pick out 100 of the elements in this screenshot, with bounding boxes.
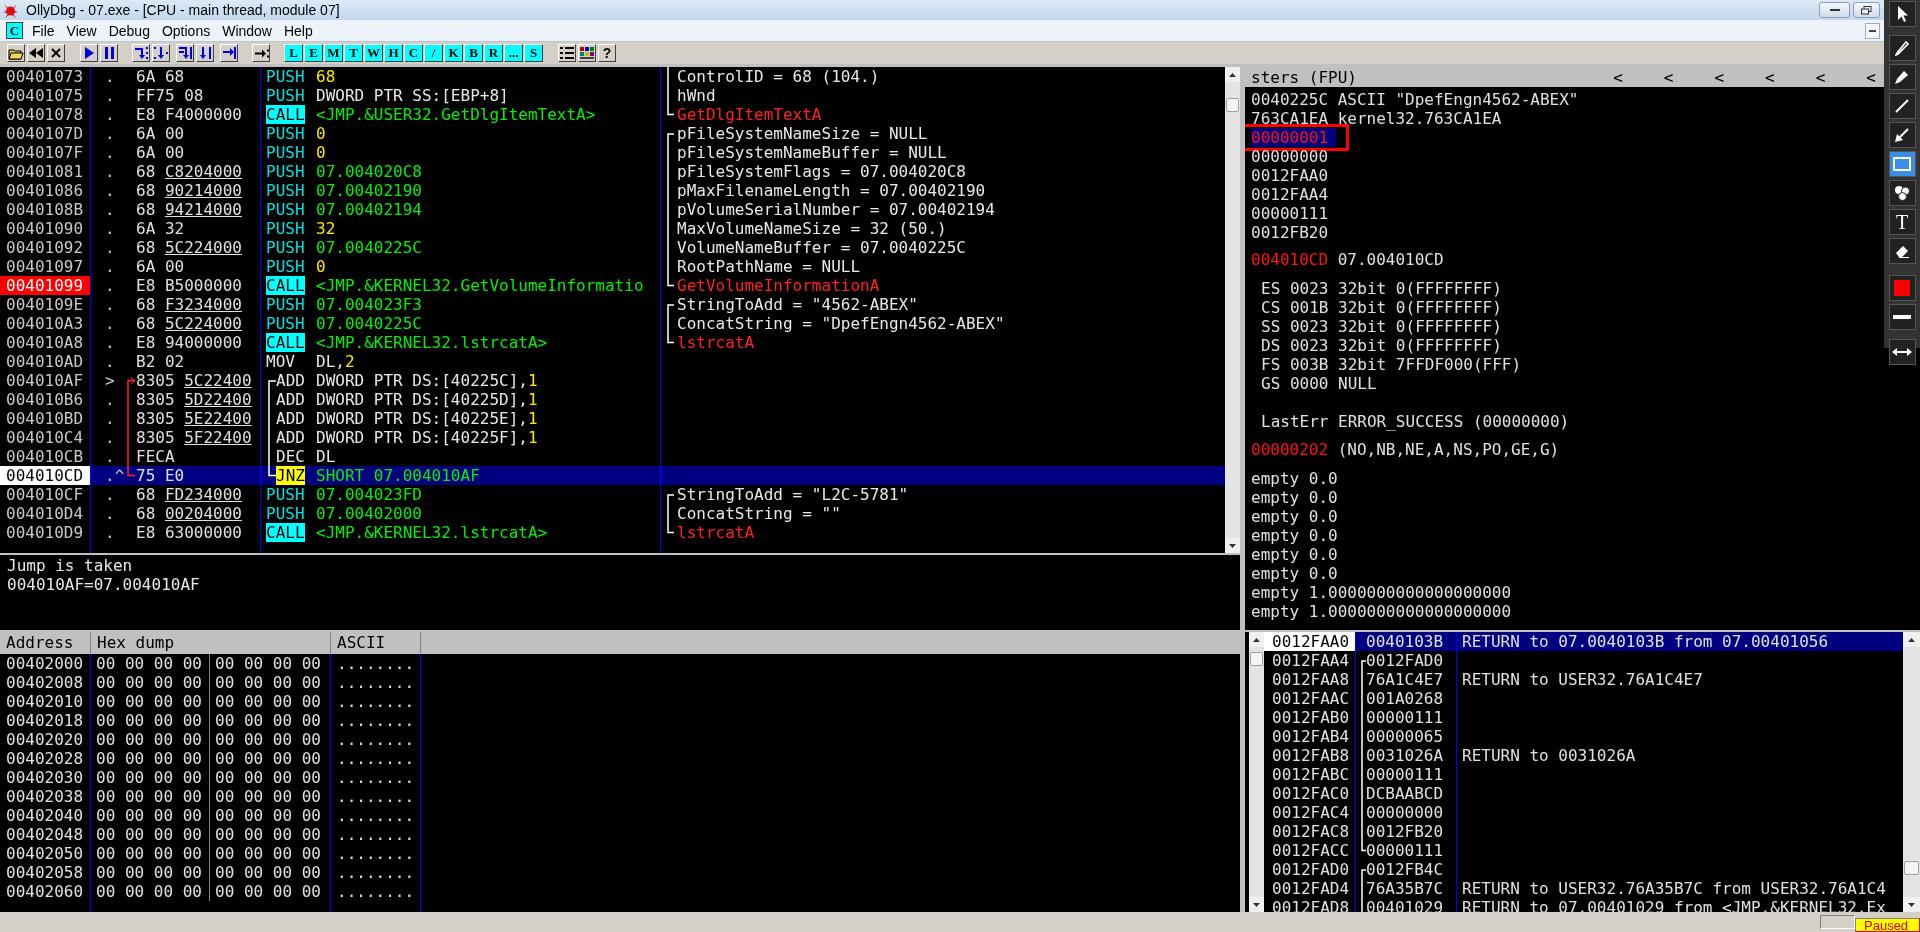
rectangle-tool-button[interactable] bbox=[1888, 151, 1916, 177]
row-marker: . bbox=[104, 219, 116, 238]
scroll-left-button[interactable]: < bbox=[1663, 67, 1674, 87]
mnemonic-text: PUSH bbox=[266, 219, 305, 238]
window-shortcut-button[interactable]: T bbox=[344, 44, 363, 62]
help-button[interactable]: ? bbox=[598, 44, 616, 62]
register-value[interactable]: 00000000 bbox=[1251, 147, 1329, 166]
text-tool-button[interactable]: T bbox=[1888, 209, 1916, 235]
window-shortcut-button[interactable]: L bbox=[284, 44, 303, 62]
child-minimize-button[interactable] bbox=[1865, 22, 1880, 39]
register-value[interactable]: 763CA1EA bbox=[1251, 109, 1329, 128]
window-shortcut-button[interactable]: S bbox=[524, 44, 543, 62]
mnemonic-text: CALL bbox=[266, 523, 305, 542]
address-cell: 00402000 bbox=[0, 654, 91, 673]
menu-item[interactable]: Debug bbox=[103, 20, 155, 41]
window-shortcut-button[interactable]: R bbox=[484, 44, 503, 62]
system-menu-button[interactable]: C bbox=[6, 22, 23, 39]
scroll-left-button[interactable]: < bbox=[1765, 67, 1775, 87]
arrow-tool-button[interactable] bbox=[1888, 122, 1916, 148]
run-button[interactable] bbox=[80, 44, 98, 62]
column-header[interactable]: ASCII bbox=[331, 632, 421, 654]
scroll-left-button[interactable]: < bbox=[1613, 67, 1623, 87]
row-marker: . bbox=[104, 162, 116, 181]
window-shortcut-button[interactable]: W bbox=[364, 44, 383, 62]
step-into-button[interactable] bbox=[132, 44, 150, 62]
scroll-down-button[interactable] bbox=[1225, 538, 1240, 553]
register-value[interactable]: 0040225C bbox=[1251, 90, 1329, 109]
restore-button[interactable] bbox=[1853, 2, 1880, 18]
scroll-left-button[interactable]: < bbox=[1714, 67, 1725, 87]
trace-into-icon bbox=[177, 46, 193, 60]
column-header[interactable]: Hex dump bbox=[91, 632, 331, 654]
register-value[interactable]: 00000001 bbox=[1251, 128, 1337, 147]
expand-button[interactable] bbox=[1888, 339, 1916, 365]
scroll-up-button[interactable] bbox=[1225, 67, 1240, 82]
row-marker: . bbox=[104, 238, 116, 257]
scroll-thumb[interactable] bbox=[1904, 861, 1919, 875]
register-value[interactable]: 0012FAA4 bbox=[1251, 185, 1329, 204]
close-button[interactable] bbox=[47, 44, 65, 62]
rewind-button[interactable] bbox=[27, 44, 45, 62]
scroll-up-button[interactable] bbox=[1903, 632, 1920, 647]
register-value[interactable]: 00000111 bbox=[1251, 204, 1329, 223]
arrow-icon bbox=[1895, 128, 1909, 142]
window-shortcut-button[interactable]: C bbox=[404, 44, 423, 62]
selected-row[interactable]: 004010CD .^ 75 E0 JNZ SHORT 07.004010AF bbox=[0, 466, 1225, 485]
selected-row[interactable]: 0012FAA0 0040103B RETURN to 07.0040103B from 07.00401056 bbox=[1264, 632, 1903, 651]
color-button[interactable] bbox=[1888, 275, 1916, 301]
scroll-thumb[interactable] bbox=[1226, 98, 1239, 112]
colors-button[interactable] bbox=[578, 44, 596, 62]
scroll-down-button[interactable] bbox=[1249, 897, 1264, 912]
stack-value: 76A1C4E7 bbox=[1366, 670, 1444, 689]
scroll-thumb[interactable] bbox=[1250, 652, 1263, 666]
address-cell: 00402040 bbox=[0, 806, 91, 825]
window-shortcut-button[interactable]: K bbox=[444, 44, 463, 62]
window-shortcut-button[interactable]: H bbox=[384, 44, 403, 62]
pencil-tool-button[interactable] bbox=[1888, 35, 1916, 61]
operand-text: <JMP.&KERNEL32.GetVolumeInformatio bbox=[316, 276, 644, 295]
list-button[interactable] bbox=[558, 44, 576, 62]
fpu-register: empty 1.0000000000000000000 bbox=[1251, 602, 1512, 621]
pointer-tool-button[interactable] bbox=[1888, 1, 1916, 27]
window-shortcut-button[interactable]: / bbox=[424, 44, 443, 62]
register-value[interactable]: 00000202 bbox=[1251, 440, 1329, 459]
hex-bytes: 00 00 00 00 bbox=[214, 806, 321, 825]
menu-item[interactable]: Options bbox=[156, 20, 216, 41]
line-tool-button[interactable] bbox=[1888, 93, 1916, 119]
scroll-down-button[interactable] bbox=[1903, 897, 1920, 912]
register-value[interactable]: 0012FB20 bbox=[1251, 223, 1329, 242]
row-marker: . bbox=[104, 428, 116, 447]
menu-item[interactable]: File bbox=[27, 20, 60, 41]
mnemonic-text: PUSH bbox=[266, 295, 305, 314]
execute-till-return-button[interactable] bbox=[220, 44, 238, 62]
menu-item[interactable]: Window bbox=[217, 20, 277, 41]
stamp-tool-button[interactable] bbox=[1888, 180, 1916, 206]
pause-button[interactable] bbox=[100, 44, 118, 62]
hex-bytes: 00 00 00 00 bbox=[91, 806, 210, 825]
window-shortcut-button[interactable]: ... bbox=[504, 44, 523, 62]
menu-item[interactable]: Help bbox=[278, 20, 318, 41]
fpu-register: empty 0.0 bbox=[1251, 564, 1338, 583]
scroll-left-button[interactable]: < bbox=[1815, 67, 1826, 87]
stack-value: 001A0268 bbox=[1366, 689, 1444, 708]
marker-tool-button[interactable] bbox=[1888, 64, 1916, 90]
stack-value: 0040103B bbox=[1366, 632, 1444, 651]
window-shortcut-button[interactable]: M bbox=[324, 44, 343, 62]
eraser-tool-button[interactable] bbox=[1888, 238, 1916, 264]
window-shortcut-button[interactable]: E bbox=[304, 44, 323, 62]
address-cell: 004010C4 bbox=[0, 428, 91, 447]
trace-into-button[interactable] bbox=[176, 44, 194, 62]
go-to-button[interactable] bbox=[252, 44, 270, 62]
segment-register: SS 0023 32bit 0(FFFFFFFF) bbox=[1261, 317, 1502, 336]
scroll-left-button[interactable]: < bbox=[1866, 67, 1876, 87]
step-over-button[interactable] bbox=[152, 44, 170, 62]
trace-over-button[interactable] bbox=[196, 44, 214, 62]
column-header[interactable]: Address bbox=[0, 632, 91, 654]
menu-item[interactable]: View bbox=[61, 20, 102, 41]
register-value[interactable]: 0012FAA0 bbox=[1251, 166, 1329, 185]
scroll-up-button[interactable] bbox=[1249, 632, 1264, 647]
minimize-button[interactable] bbox=[1819, 2, 1850, 18]
window-shortcut-button[interactable]: B bbox=[464, 44, 483, 62]
open-button[interactable] bbox=[7, 44, 25, 62]
register-value[interactable]: 004010CD bbox=[1251, 250, 1329, 269]
line-width-button[interactable] bbox=[1888, 304, 1916, 330]
